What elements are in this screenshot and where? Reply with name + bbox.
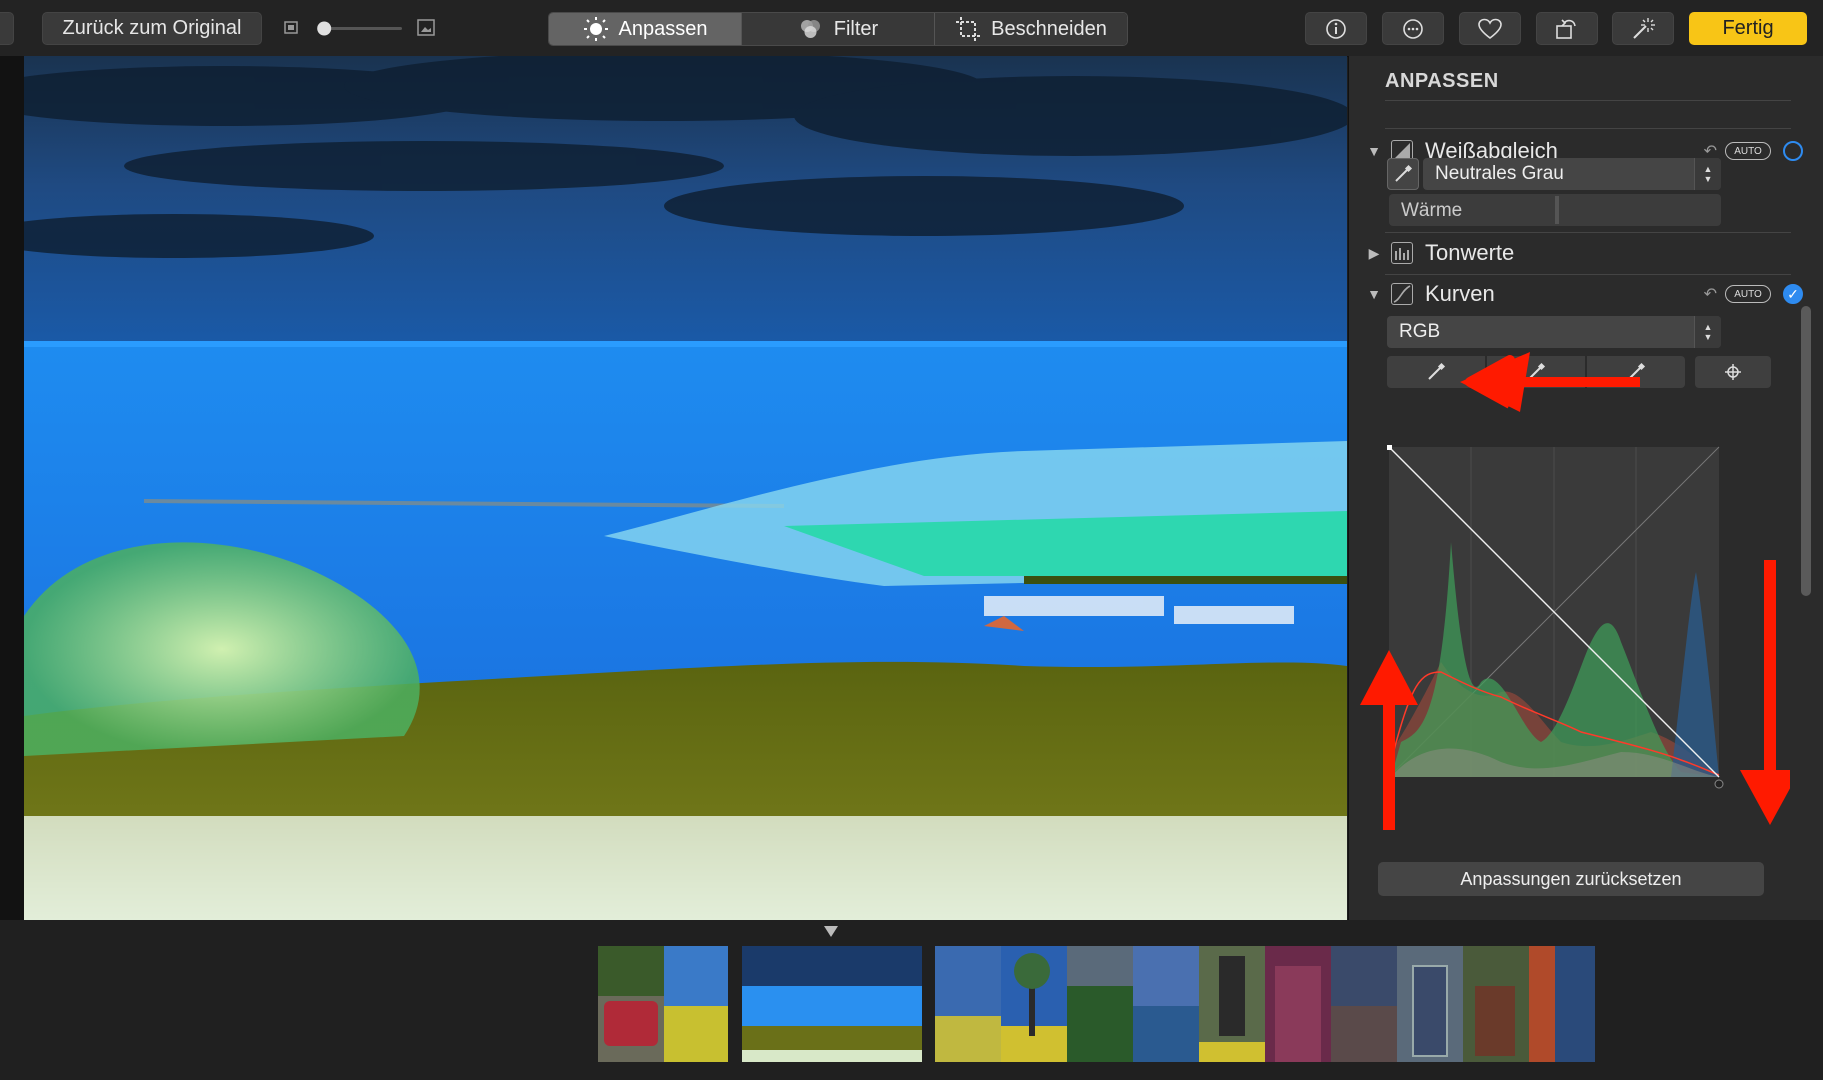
eyedropper-icon	[1395, 164, 1413, 182]
done-button[interactable]: Fertig	[1689, 12, 1807, 45]
info-button[interactable]	[1305, 12, 1367, 45]
eyedropper-button[interactable]	[1387, 158, 1419, 190]
levels-icon	[1391, 242, 1413, 264]
more-button[interactable]	[1382, 12, 1444, 45]
more-icon	[1403, 18, 1423, 39]
arrow-down-icon	[1740, 770, 1790, 825]
reset-adjustments-button[interactable]: Anpassungen zurücksetzen	[1378, 862, 1764, 896]
levels-label: Tonwerte	[1425, 240, 1515, 265]
info-icon	[1326, 18, 1346, 39]
selected-photo-pointer-icon	[824, 926, 838, 937]
rotate-button[interactable]	[1536, 12, 1598, 45]
filmstrip-thumbnails[interactable]	[935, 946, 1595, 1062]
arrow-up-icon	[1360, 650, 1418, 705]
filmstrip-thumbnail-selected[interactable]	[742, 946, 922, 1062]
filter-circles-icon	[800, 20, 820, 38]
crop-icon	[956, 17, 981, 41]
curves-section[interactable]: ▼ Kurven ↶ AUTO ✓	[1363, 274, 1803, 314]
rotate-icon	[1556, 18, 1576, 39]
stepper-arrows-icon: ▲ ▼	[1694, 158, 1721, 190]
arrow-down-icon	[1764, 560, 1776, 780]
tab-crop-label: Beschneiden	[991, 17, 1107, 40]
favorite-button[interactable]	[1459, 12, 1521, 45]
divider	[1385, 128, 1791, 129]
tab-filter[interactable]: Filter	[742, 13, 935, 45]
sun-adjust-icon	[583, 17, 608, 41]
disclosure-open-icon[interactable]: ▼	[1363, 286, 1385, 302]
annotation-arrows	[1360, 352, 1790, 830]
tab-filter-label: Filter	[833, 17, 879, 40]
curves-icon	[1391, 283, 1413, 305]
sidebar-edge	[0, 56, 24, 920]
zoom-knob	[317, 21, 332, 36]
white-balance-preset-value: Neutrales Grau	[1435, 163, 1564, 184]
warmth-slider-knob[interactable]	[1555, 196, 1559, 224]
disclosure-open-icon[interactable]: ▼	[1363, 143, 1385, 159]
tab-adjust-label: Anpassen	[618, 17, 708, 40]
photo-canvas	[24, 56, 1347, 920]
sidebar-toggle-button[interactable]	[0, 12, 14, 45]
zoom-slider[interactable]	[284, 16, 436, 40]
warmth-slider[interactable]: Wärme	[1389, 194, 1721, 226]
tab-adjust[interactable]: Anpassen	[549, 13, 742, 45]
curves-channel-select[interactable]: RGB ▲ ▼	[1387, 316, 1721, 348]
undo-icon[interactable]: ↶	[1704, 284, 1717, 304]
magic-wand-icon	[1633, 17, 1655, 39]
white-balance-auto-button[interactable]: AUTO	[1725, 142, 1771, 160]
arrow-left-icon	[1460, 352, 1530, 412]
white-balance-preset-select[interactable]: Neutrales Grau ▲ ▼	[1423, 158, 1721, 190]
curves-channel-value: RGB	[1399, 321, 1441, 342]
back-to-original-button[interactable]: Zurück zum Original	[42, 12, 262, 45]
divider	[1385, 100, 1791, 101]
edited-photo-image	[24, 56, 1347, 920]
tab-crop[interactable]: Beschneiden	[935, 13, 1127, 45]
mode-segmented-control: Anpassen Filter Beschneiden	[548, 12, 1128, 46]
favorite-heart-icon	[1478, 18, 1502, 39]
levels-section[interactable]: ▶ Tonwerte	[1363, 233, 1803, 273]
curves-label: Kurven	[1425, 281, 1495, 306]
panel-scrollbar[interactable]	[1801, 306, 1811, 596]
white-balance-enable-checkbox[interactable]	[1783, 141, 1803, 161]
curves-enable-checkbox[interactable]: ✓	[1783, 284, 1803, 304]
large-thumbnail-icon	[417, 19, 435, 36]
toolbar: Zurück zum Original Anpassen Filter Besc…	[0, 0, 1823, 57]
panel-title: ANPASSEN	[1385, 70, 1499, 92]
warmth-label: Wärme	[1401, 200, 1463, 221]
curves-auto-button[interactable]: AUTO	[1725, 285, 1771, 303]
filmstrip-thumbnail[interactable]	[598, 946, 728, 1062]
disclosure-closed-icon[interactable]: ▶	[1363, 245, 1385, 262]
stepper-arrows-icon: ▲ ▼	[1694, 316, 1721, 348]
auto-enhance-button[interactable]	[1612, 12, 1674, 45]
